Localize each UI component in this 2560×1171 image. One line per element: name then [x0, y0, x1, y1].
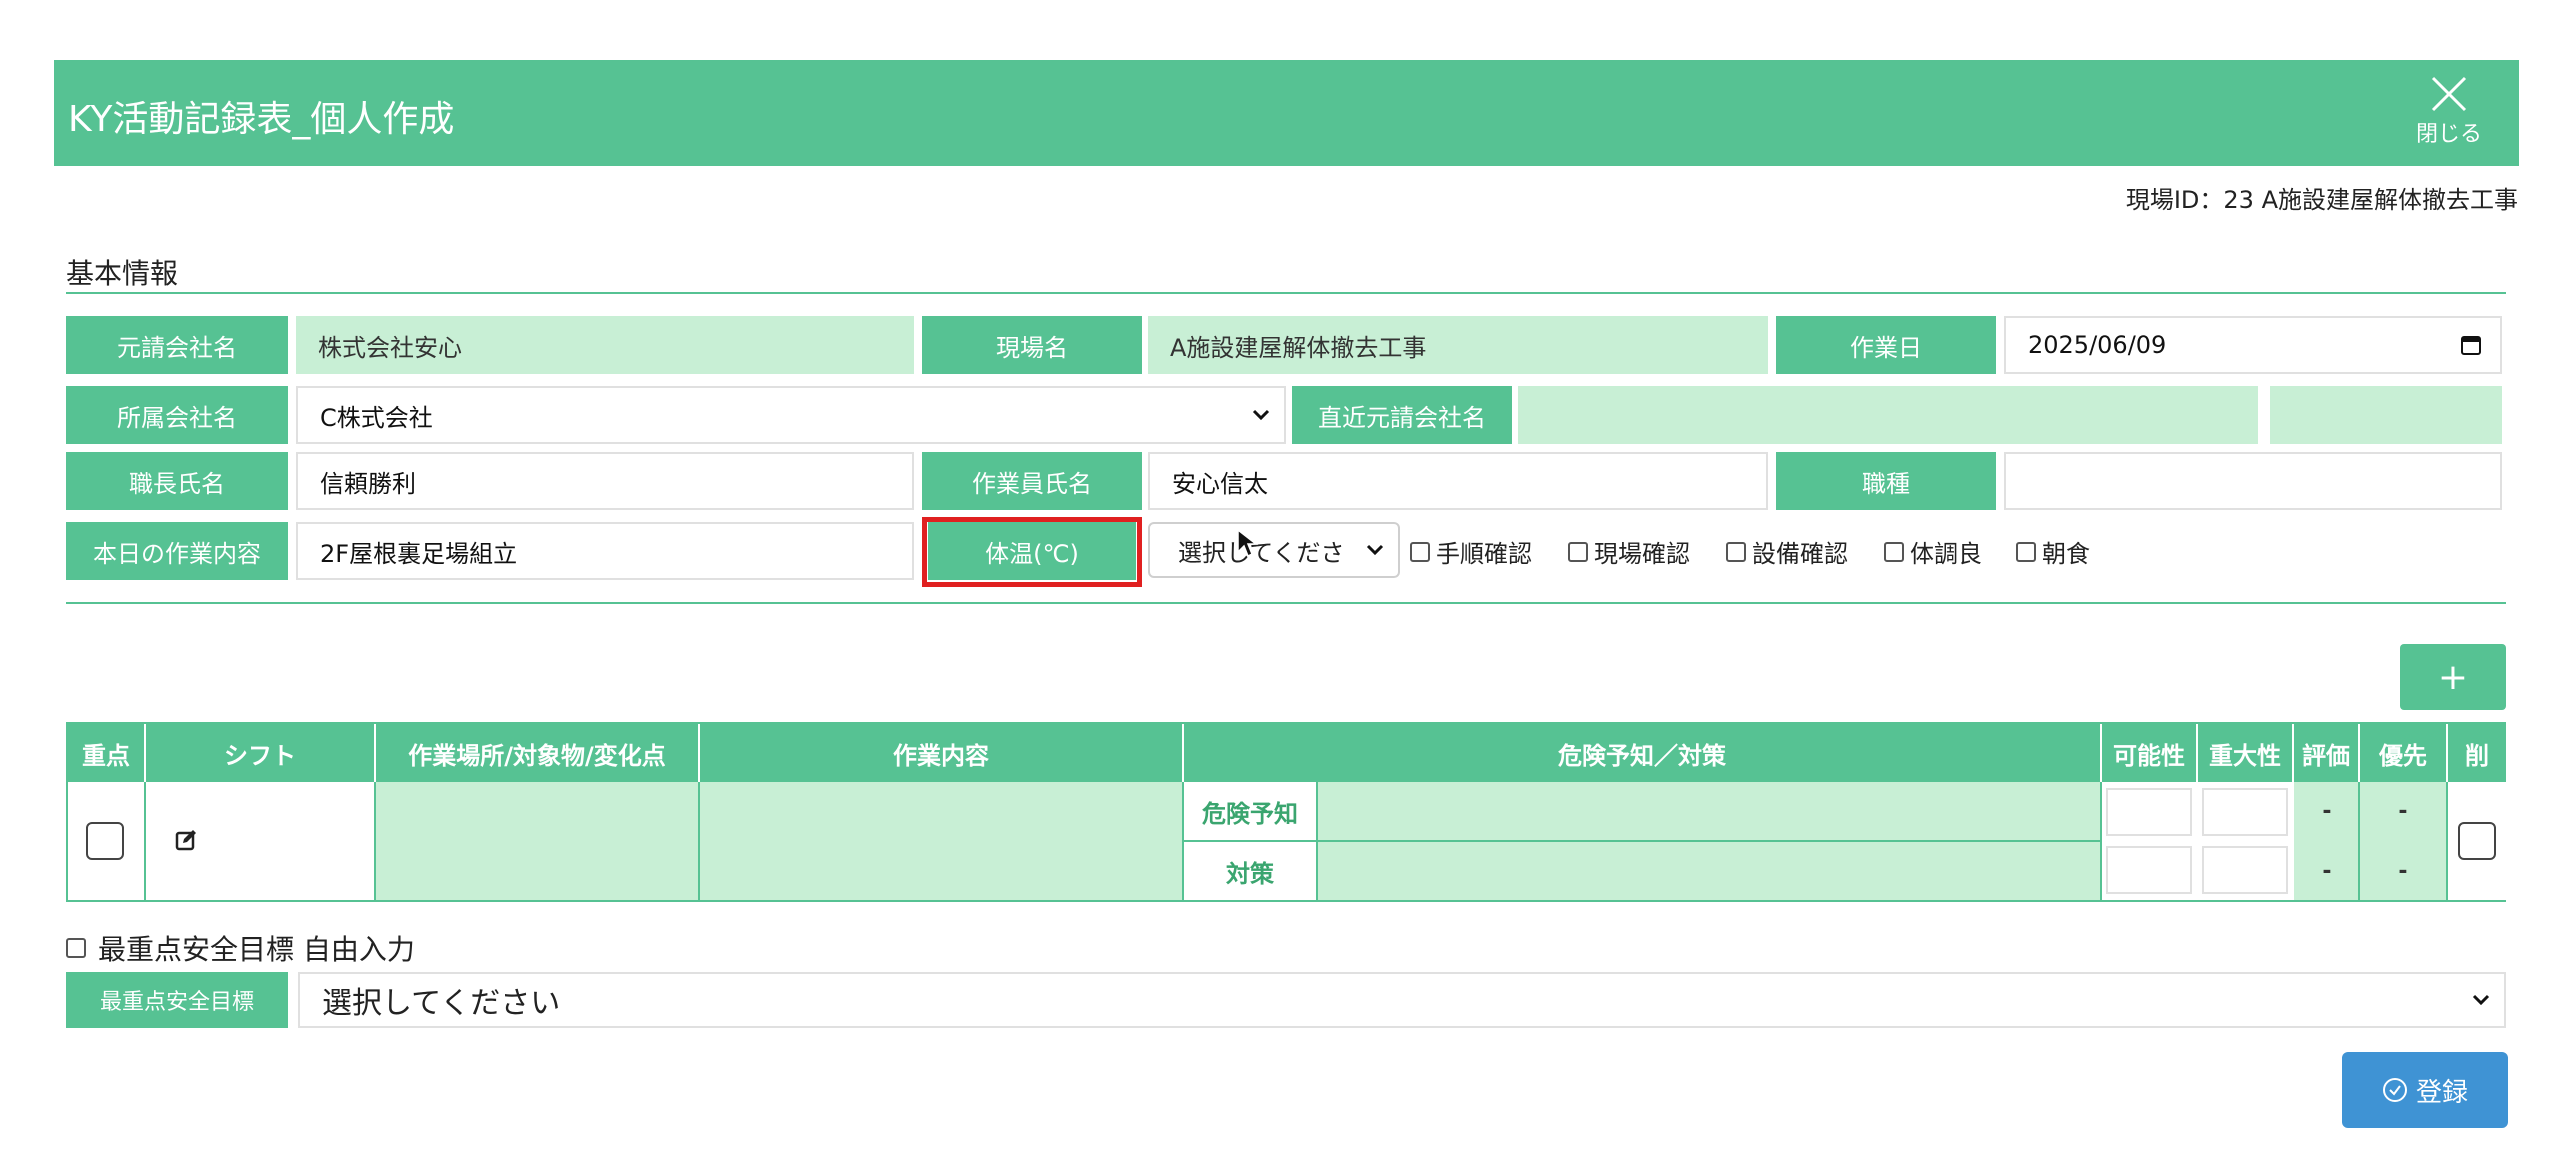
- goal-label: 最重点安全目標: [66, 972, 288, 1028]
- affiliated-company-label: 所属会社名: [66, 386, 288, 444]
- possibility-input[interactable]: [2106, 788, 2192, 836]
- section-divider: [66, 602, 2506, 604]
- work-date-input[interactable]: 2025/06/09: [2004, 316, 2502, 374]
- table-header: 削: [2448, 724, 2506, 782]
- table-header: 重点: [68, 724, 146, 782]
- work-date-value: 2025/06/09: [2028, 331, 2167, 359]
- check-site[interactable]: 現場確認: [1568, 534, 1690, 569]
- table-header: 作業場所/対象物/変化点: [376, 724, 700, 782]
- table-header: 評価: [2294, 724, 2360, 782]
- possibility-input[interactable]: [2106, 846, 2192, 894]
- occupation-label: 職種: [1776, 452, 1996, 510]
- work-content-cell[interactable]: [700, 782, 1184, 900]
- foreman-label: 職長氏名: [66, 452, 288, 510]
- check-procedure-label: 手順確認: [1436, 540, 1532, 568]
- priority-cell: [68, 782, 146, 900]
- risk-table: 重点 シフト 作業場所/対象物/変化点 作業内容 危険予知／対策 可能性 重大性…: [66, 722, 2506, 902]
- prime-company-value: 株式会社安心: [296, 316, 914, 374]
- check-procedure[interactable]: 手順確認: [1410, 534, 1532, 569]
- severity-input[interactable]: [2202, 846, 2288, 894]
- direct-prime-value: [1518, 386, 2258, 444]
- free-input-label: 最重点安全目標 自由入力: [98, 933, 415, 966]
- page-title: KY活動記録表_個人作成: [68, 99, 455, 140]
- close-label: 閉じる: [2415, 122, 2482, 147]
- work-date-label: 作業日: [1776, 316, 1996, 374]
- prime-company-label: 元請会社名: [66, 316, 288, 374]
- risk-input[interactable]: [1318, 782, 2102, 842]
- check-site-label: 現場確認: [1594, 540, 1690, 568]
- priority-checkbox[interactable]: [86, 822, 124, 860]
- goal-select-value: 選択してください: [322, 986, 561, 1021]
- edit-icon[interactable]: [174, 828, 198, 852]
- checkbox[interactable]: [1726, 541, 1746, 562]
- check-circle-icon: [2382, 1078, 2407, 1102]
- table-header: 優先: [2360, 724, 2448, 782]
- chevron-down-icon: [1366, 544, 1384, 556]
- checkbox[interactable]: [1410, 541, 1430, 562]
- priority-rank-value: -: [2398, 798, 2408, 824]
- highlight-box: [922, 517, 1142, 587]
- check-breakfast[interactable]: 朝食: [2016, 534, 2090, 569]
- check-health[interactable]: 体調良: [1884, 534, 1982, 569]
- foreman-input[interactable]: 信頼勝利: [296, 452, 914, 510]
- site-name-value: A施設建屋解体撤去工事: [1148, 316, 1768, 374]
- delete-cell: [2448, 782, 2506, 900]
- measure-label: 対策: [1184, 842, 1318, 900]
- today-work-input[interactable]: 2F屋根裏足場組立: [296, 522, 914, 580]
- mouse-cursor-icon: [1237, 528, 1258, 558]
- site-id-text: 現場ID：23 A施設建屋解体撤去工事: [2125, 186, 2518, 214]
- priority-rank-value: -: [2398, 858, 2408, 884]
- occupation-input[interactable]: [2004, 452, 2502, 510]
- worker-input[interactable]: 安心信太: [1148, 452, 1768, 510]
- site-name-label: 現場名: [922, 316, 1142, 374]
- section-divider: [66, 292, 2506, 294]
- checkbox[interactable]: [66, 938, 86, 958]
- affiliated-company-value: C株式会社: [320, 403, 433, 432]
- goal-select[interactable]: 選択してください: [298, 972, 2506, 1028]
- checkbox[interactable]: [1568, 541, 1588, 562]
- submit-button[interactable]: 登録: [2342, 1052, 2508, 1128]
- table-header: 危険予知／対策: [1184, 724, 2102, 782]
- check-equipment[interactable]: 設備確認: [1726, 534, 1848, 569]
- today-work-label: 本日の作業内容: [66, 522, 288, 580]
- add-row-button[interactable]: +: [2400, 644, 2506, 710]
- work-place-cell[interactable]: [376, 782, 700, 900]
- direct-prime-extra: [2270, 386, 2502, 444]
- risk-label: 危険予知: [1184, 782, 1318, 842]
- evaluation-value: -: [2322, 798, 2332, 824]
- delete-checkbox[interactable]: [2458, 822, 2496, 860]
- chevron-down-icon: [1252, 409, 1270, 421]
- worker-label: 作業員氏名: [922, 452, 1142, 510]
- close-button[interactable]: 閉じる: [2409, 74, 2489, 154]
- table-header: 作業内容: [700, 724, 1184, 782]
- calendar-icon[interactable]: [2460, 334, 2482, 356]
- direct-prime-label: 直近元請会社名: [1292, 386, 1512, 444]
- table-header: シフト: [146, 724, 376, 782]
- shift-cell: [146, 782, 376, 900]
- section-title-basic-info: 基本情報: [66, 257, 179, 290]
- free-input-toggle[interactable]: 最重点安全目標 自由入力: [66, 928, 415, 968]
- check-equipment-label: 設備確認: [1752, 540, 1848, 568]
- close-icon: [2431, 76, 2467, 112]
- submit-label: 登録: [2415, 1077, 2468, 1108]
- chevron-down-icon: [2472, 994, 2490, 1006]
- temperature-select[interactable]: 選択してくださ: [1148, 522, 1400, 578]
- modal-header: KY活動記録表_個人作成 閉じる: [54, 60, 2519, 166]
- table-header: 重大性: [2198, 724, 2294, 782]
- measure-input[interactable]: [1318, 842, 2102, 900]
- table-header: 可能性: [2102, 724, 2198, 782]
- affiliated-company-select[interactable]: C株式会社: [296, 386, 1286, 444]
- check-health-label: 体調良: [1910, 540, 1982, 568]
- severity-input[interactable]: [2202, 788, 2288, 836]
- evaluation-value: -: [2322, 858, 2332, 884]
- checkbox[interactable]: [1884, 541, 1904, 562]
- temperature-select-value: 選択してくださ: [1178, 538, 1345, 567]
- check-breakfast-label: 朝食: [2042, 540, 2090, 568]
- checkbox[interactable]: [2016, 541, 2036, 562]
